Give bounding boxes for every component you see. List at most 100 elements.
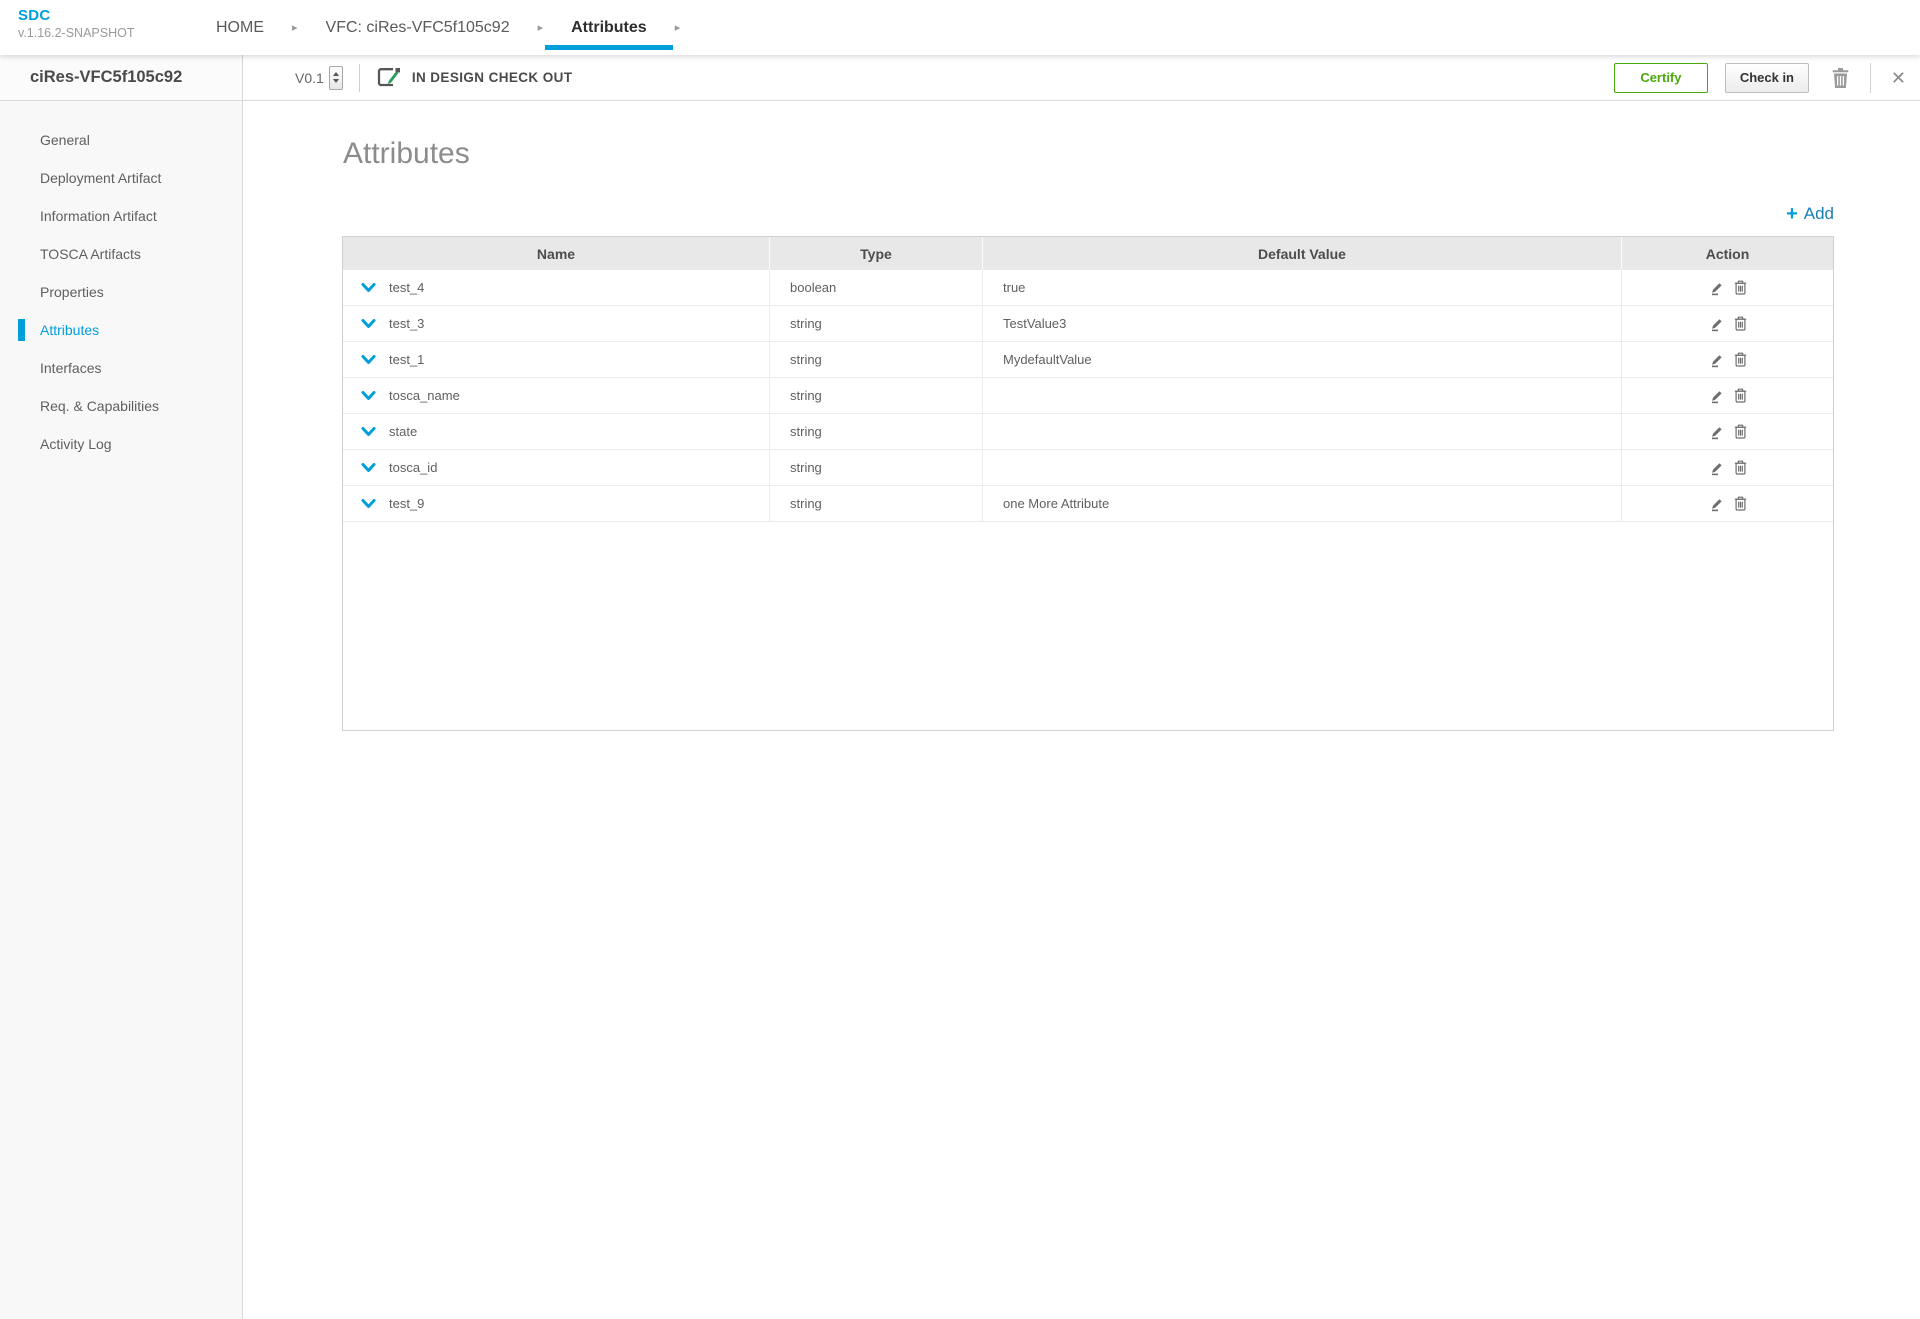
status-text: IN DESIGN CHECK OUT [411, 70, 573, 85]
attribute-name: tosca_name [389, 388, 460, 403]
checkin-button[interactable]: Check in [1724, 62, 1809, 93]
sidebar-header: ciRes-VFC5f105c92 [0, 55, 242, 101]
sidebar-item-deployment-artifact[interactable]: Deployment Artifact [0, 159, 242, 197]
edit-icon[interactable] [1709, 352, 1725, 368]
chevron-down-icon[interactable] [361, 282, 376, 293]
tab-attributes[interactable]: Attributes [545, 0, 673, 55]
name-cell: test_9 [343, 486, 769, 521]
edit-icon[interactable] [1709, 280, 1725, 296]
action-cell [1621, 450, 1833, 485]
column-header-type: Type [769, 237, 982, 270]
content-body: Attributes + Add Name Type Default Value… [243, 101, 1920, 1319]
add-label: Add [1803, 204, 1834, 223]
sidebar: ciRes-VFC5f105c92 General Deployment Art… [0, 55, 243, 1319]
toolbar-divider [1869, 62, 1871, 93]
attribute-default-value [982, 378, 1621, 413]
name-cell: test_1 [343, 342, 769, 377]
top-nav-bar: SDC v.1.16.2-SNAPSHOT HOME ▸ VFC: ciRes-VF… [0, 0, 1920, 55]
delete-icon[interactable] [1734, 316, 1747, 331]
page-title: Attributes [343, 137, 470, 170]
app-version: v.1.16.2-SNAPSHOT [18, 25, 135, 40]
action-cell [1621, 486, 1833, 521]
delete-icon[interactable] [1734, 388, 1747, 403]
app-logo[interactable]: SDC v.1.16.2-SNAPSHOT [18, 7, 134, 41]
breadcrumb-arrow-icon: ▸ [674, 22, 681, 34]
workspace: ciRes-VFC5f105c92 General Deployment Art… [0, 55, 1920, 1319]
name-cell: test_3 [343, 306, 769, 341]
sidebar-item-properties[interactable]: Properties [0, 273, 242, 311]
table-row: state string [343, 414, 1833, 450]
chevron-down-icon[interactable] [361, 318, 376, 329]
breadcrumb-arrow-icon: ▸ [537, 22, 544, 34]
lifecycle-status: IN DESIGN CHECK OUT [376, 66, 573, 89]
sidebar-item-information-artifact[interactable]: Information Artifact [0, 197, 242, 235]
action-cell [1621, 378, 1833, 413]
edit-icon[interactable] [1709, 388, 1725, 404]
sidebar-item-tosca-artifacts[interactable]: TOSCA Artifacts [0, 235, 242, 273]
chevron-down-icon[interactable] [361, 462, 376, 473]
sidebar-item-label: Req. & Capabilities [40, 398, 160, 414]
table-row: tosca_id string [343, 450, 1833, 486]
attribute-type: string [769, 486, 982, 521]
in-design-edit-icon [376, 66, 403, 89]
name-cell: tosca_name [343, 378, 769, 413]
entity-name: ciRes-VFC5f105c92 [30, 68, 183, 86]
delete-icon[interactable] [1734, 280, 1747, 295]
spinner-up-icon[interactable] [332, 72, 339, 76]
attribute-type: string [769, 450, 982, 485]
table-header: Name Type Default Value Action [343, 237, 1833, 270]
tab-home[interactable]: HOME [190, 0, 290, 55]
edit-icon[interactable] [1709, 316, 1725, 332]
sidebar-item-activity-log[interactable]: Activity Log [0, 425, 242, 463]
toolbar-divider [358, 63, 360, 92]
chevron-down-icon[interactable] [361, 426, 376, 437]
attributes-table-area: + Add Name Type Default Value Action tes [342, 201, 1834, 731]
edit-icon[interactable] [1709, 460, 1725, 476]
sidebar-item-label: Deployment Artifact [40, 170, 162, 186]
sidebar-item-label: TOSCA Artifacts [40, 246, 141, 262]
spinner-down-icon[interactable] [332, 79, 339, 83]
chevron-down-icon[interactable] [361, 354, 376, 365]
sidebar-item-label: Interfaces [40, 360, 102, 376]
version-spinner[interactable] [328, 65, 343, 90]
sidebar-item-label: Information Artifact [40, 208, 157, 224]
delete-icon[interactable] [1734, 352, 1747, 367]
name-cell: tosca_id [343, 450, 769, 485]
action-cell [1621, 270, 1833, 305]
close-icon[interactable]: ✕ [1891, 69, 1906, 87]
chevron-down-icon[interactable] [361, 498, 376, 509]
sidebar-item-attributes[interactable]: Attributes [0, 311, 242, 349]
breadcrumb: HOME ▸ VFC: ciRes-VFC5f105c92 ▸ Attributes ▸ [190, 0, 682, 55]
certify-button[interactable]: Certify [1613, 62, 1708, 93]
sidebar-menu: General Deployment Artifact Information … [0, 101, 242, 463]
add-attribute-button[interactable]: + Add [1786, 204, 1834, 224]
tab-vfc-cires-vfc5f105c92[interactable]: VFC: ciRes-VFC5f105c92 [300, 0, 536, 55]
attribute-type: string [769, 414, 982, 449]
attribute-type: string [769, 306, 982, 341]
content-area: V0.1 IN DESIGN CHECK OUT Certify Check i… [243, 55, 1920, 1319]
action-cell [1621, 342, 1833, 377]
attribute-default-value: MydefaultValue [982, 342, 1621, 377]
attribute-name: test_3 [389, 316, 425, 331]
attribute-name: test_1 [389, 352, 425, 367]
attribute-type: string [769, 378, 982, 413]
attribute-name: test_9 [389, 496, 425, 511]
delete-icon[interactable] [1734, 496, 1747, 511]
sidebar-item-interfaces[interactable]: Interfaces [0, 349, 242, 387]
edit-icon[interactable] [1709, 496, 1725, 512]
sidebar-item-label: Properties [40, 284, 104, 300]
sidebar-item-req-capabilities[interactable]: Req. & Capabilities [0, 387, 242, 425]
chevron-down-icon[interactable] [361, 390, 376, 401]
delete-icon[interactable] [1734, 460, 1747, 475]
name-cell: state [343, 414, 769, 449]
name-cell: test_4 [343, 270, 769, 305]
sidebar-item-general[interactable]: General [0, 121, 242, 159]
edit-icon[interactable] [1709, 424, 1725, 440]
table-row: test_3 string TestValue3 [343, 306, 1833, 342]
action-cell [1621, 414, 1833, 449]
delete-icon[interactable] [1734, 424, 1747, 439]
table-row: tosca_name string [343, 378, 1833, 414]
column-header-name: Name [536, 245, 576, 262]
attribute-default-value: one More Attribute [982, 486, 1621, 521]
delete-entity-icon[interactable] [1831, 67, 1850, 89]
